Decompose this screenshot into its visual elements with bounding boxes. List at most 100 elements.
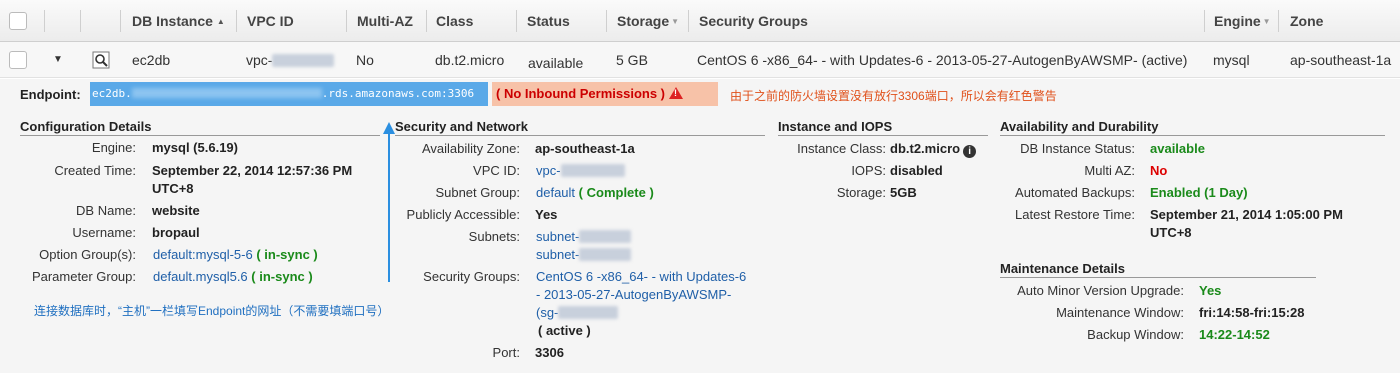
column-header-status[interactable]: Status — [527, 0, 570, 42]
column-divider — [44, 10, 45, 32]
redacted-value — [558, 306, 619, 319]
auto-minor-upgrade-label: Auto Minor Version Upgrade: — [1017, 283, 1184, 298]
subnet-group-label: Subnet Group: — [435, 185, 520, 200]
column-divider — [688, 10, 689, 32]
auto-minor-upgrade-value: Yes — [1199, 283, 1222, 298]
redacted-value — [131, 88, 322, 98]
db-instance-status-value: available — [1150, 141, 1205, 156]
db-name-label: DB Name: — [76, 203, 136, 218]
subnet-group-link[interactable]: default — [536, 185, 575, 200]
column-header-security-groups[interactable]: Security Groups — [699, 0, 808, 42]
column-divider — [236, 10, 237, 32]
redacted-value — [579, 230, 632, 243]
magnifier-icon[interactable] — [92, 42, 110, 78]
warning-icon — [669, 87, 684, 99]
created-time-tz: UTC+8 — [152, 181, 194, 196]
column-divider — [120, 10, 121, 32]
db-instance-name: ec2db — [132, 52, 171, 68]
subnet-link-1[interactable]: subnet- — [536, 229, 632, 244]
multi-az-value: No — [1150, 163, 1168, 178]
annotation-arrow-head — [383, 122, 395, 134]
db-name-value: website — [152, 203, 200, 218]
endpoint-label: Endpoint: — [20, 87, 81, 102]
latest-restore-value: September 21, 2014 1:05:00 PM — [1150, 207, 1343, 222]
no-inbound-warning: ( No Inbound Permissions ) — [492, 82, 718, 106]
engine-label: Engine: — [91, 140, 136, 155]
maintenance-title: Maintenance Details — [1000, 261, 1316, 278]
security-network-title: Security and Network — [395, 119, 765, 136]
db-instance-status-label: DB Instance Status: — [1020, 141, 1135, 156]
info-icon[interactable]: i — [963, 145, 977, 158]
column-header-storage[interactable]: Storage ▼ — [617, 0, 679, 42]
port-value: 3306 — [535, 345, 564, 360]
engine-cell: mysql — [1213, 52, 1250, 68]
redacted-value — [560, 164, 625, 177]
security-group-id[interactable]: (sg- — [536, 305, 619, 320]
column-divider — [1204, 10, 1205, 32]
storage-cell: 5 GB — [616, 52, 648, 68]
publicly-accessible-label: Publicly Accessible: — [406, 207, 520, 222]
created-time-label: Created Time: — [54, 163, 136, 178]
zone-cell: ap-southeast-1a — [1290, 52, 1392, 68]
security-group-link[interactable]: CentOS 6 -x86_64- - with Updates-6 — [536, 269, 746, 284]
security-group-link-cont[interactable]: - 2013-05-27-AutogenByAWSMP- — [536, 287, 731, 302]
subnet-link-2[interactable]: subnet- — [536, 247, 632, 262]
vpc-label: VPC ID: — [473, 163, 520, 178]
username-label: Username: — [72, 225, 136, 240]
configuration-title: Configuration Details — [20, 119, 380, 136]
created-time-value: September 22, 2014 12:57:36 PM — [152, 163, 353, 178]
instance-class-value: db.t2.micro i — [890, 141, 977, 158]
column-divider — [606, 10, 607, 32]
status-cell: available — [528, 55, 584, 71]
column-header-multi-az[interactable]: Multi-AZ — [357, 0, 413, 42]
parameter-group-label: Parameter Group: — [31, 269, 136, 284]
parameter-group-link[interactable]: default.mysql5.6 — [153, 269, 248, 284]
column-header-db-instance[interactable]: DB Instance ▲ — [132, 0, 225, 42]
expand-row-icon[interactable]: ▼ — [53, 42, 63, 78]
automated-backups-label: Automated Backups: — [1015, 185, 1135, 200]
subnet-group-value: default ( Complete ) — [536, 185, 654, 200]
option-group-value: default:mysql-5-6 ( in-sync ) — [153, 247, 318, 262]
column-divider — [346, 10, 347, 32]
column-header-vpc-id[interactable]: VPC ID — [247, 0, 294, 42]
iops-value: disabled — [890, 163, 943, 178]
select-all-checkbox[interactable] — [9, 12, 27, 30]
dropdown-arrow-icon: ▼ — [671, 17, 680, 26]
column-header-engine[interactable]: Engine ▼ — [1214, 0, 1271, 42]
row-checkbox[interactable] — [9, 51, 27, 69]
security-groups-cell: CentOS 6 -x86_64- - with Updates-6 - 201… — [697, 52, 1188, 68]
iops-label: IOPS: — [851, 163, 886, 178]
column-divider — [80, 10, 81, 32]
firewall-annotation: 由于之前的防火墙设置没有放行3306端口，所以会有红色警告 — [730, 89, 1057, 103]
endpoint-value[interactable]: ec2db. .rds.amazonaws.com:3306 — [90, 82, 488, 106]
option-group-link[interactable]: default:mysql-5-6 — [153, 247, 253, 262]
username-value: bropaul — [152, 225, 200, 240]
redacted-value — [272, 54, 335, 67]
storage-value: 5GB — [890, 185, 917, 200]
table-row[interactable]: ▼ ec2db vpc- No db.t2.micro available 5 … — [0, 42, 1400, 78]
host-annotation: 连接数据库时，“主机”一栏填写Endpoint的网址（不需要填端口号） — [34, 304, 390, 318]
annotation-arrow — [388, 132, 390, 282]
az-value: ap-southeast-1a — [535, 141, 635, 156]
vpc-value[interactable]: vpc- — [536, 163, 625, 178]
backup-window-label: Backup Window: — [1087, 327, 1184, 342]
redacted-value — [579, 248, 632, 261]
automated-backups-value: Enabled (1 Day) — [1150, 185, 1248, 200]
port-label: Port: — [492, 345, 520, 360]
column-divider — [1278, 10, 1279, 32]
dropdown-arrow-icon: ▼ — [1262, 17, 1271, 26]
column-header-class[interactable]: Class — [436, 0, 473, 42]
instance-class-label: Instance Class: — [797, 141, 886, 156]
maintenance-window-label: Maintenance Window: — [1056, 305, 1184, 320]
parameter-group-value: default.mysql5.6 ( in-sync ) — [153, 269, 313, 284]
sort-asc-icon: ▲ — [216, 17, 225, 26]
latest-restore-label: Latest Restore Time: — [1015, 207, 1135, 222]
column-header-zone[interactable]: Zone — [1290, 0, 1323, 42]
az-label: Availability Zone: — [421, 141, 520, 156]
class-cell: db.t2.micro — [435, 52, 505, 68]
multi-az-cell: No — [356, 52, 374, 68]
table-header: DB Instance ▲ VPC ID Multi-AZ Class Statu… — [0, 0, 1400, 42]
column-divider — [516, 10, 517, 32]
instance-iops-title: Instance and IOPS — [778, 119, 988, 136]
subnets-label: Subnets: — [468, 229, 520, 244]
